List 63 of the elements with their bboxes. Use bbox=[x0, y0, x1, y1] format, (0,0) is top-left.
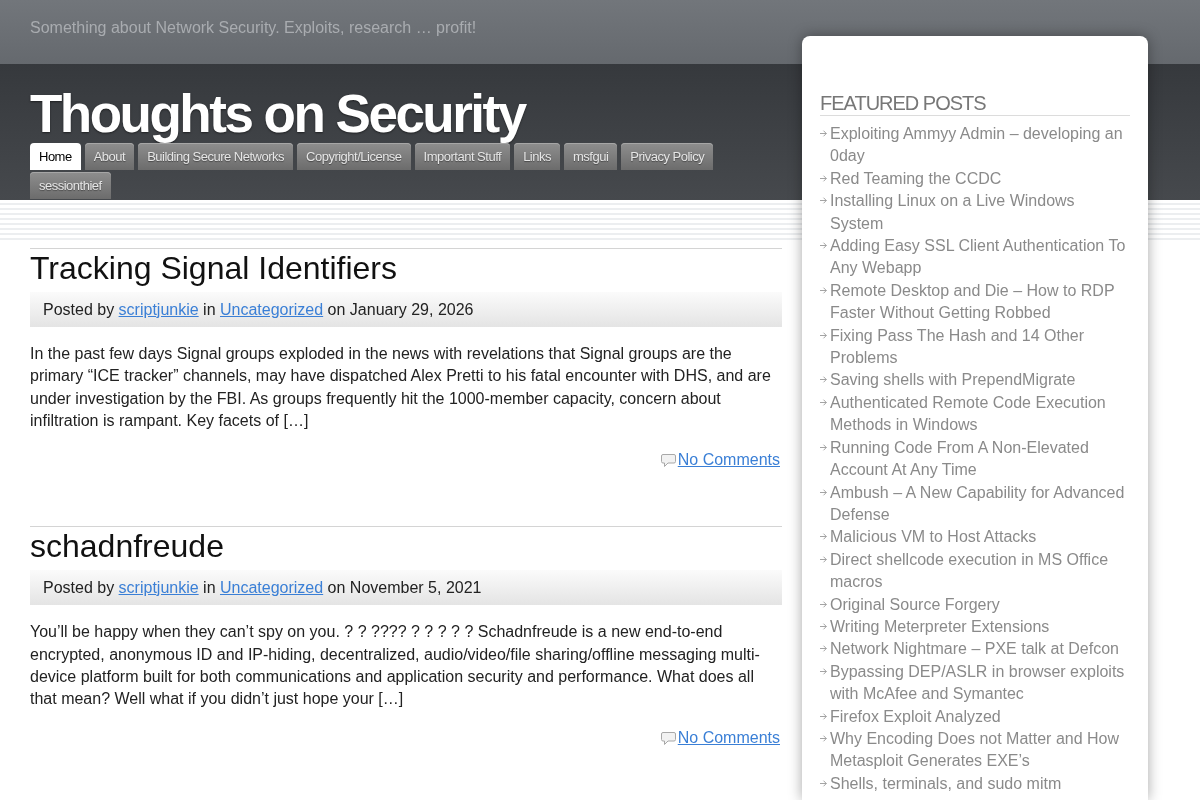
nav-tab[interactable]: Copyright/License bbox=[297, 143, 411, 170]
nav-tab[interactable]: Links bbox=[514, 143, 560, 170]
featured-post-link[interactable]: Firefox Exploit Analyzed bbox=[830, 705, 1001, 728]
nav-tab[interactable]: Privacy Policy bbox=[621, 143, 714, 170]
arrow-icon bbox=[820, 376, 827, 384]
featured-post-link[interactable]: Bypassing DEP/ASLR in browser exploits with McAfee and Symantec bbox=[830, 660, 1130, 706]
nav-tab[interactable]: sessionthief bbox=[30, 172, 111, 199]
featured-post-link[interactable]: Why Encoding Does not Matter and How Metasploit Generates EXE’s bbox=[830, 727, 1130, 773]
featured-post-link[interactable]: Original Source Forgery bbox=[830, 593, 1000, 616]
post-excerpt: In the past few days Signal groups exploded in the news with revelations that Signal groups are the primary “ICE tracker” channels, may have dispatched Alex Pretti to his fatal encounter with DHS, and are under investigation by the FBI. As groups frequently hit the 1000-member capacity, concern about infiltration is rampant. Key facets of […] bbox=[30, 344, 772, 432]
post-excerpt: You’ll be happy when they can’t spy on you. ? ? ???? ? ? ? ? ? Schadnfreude is a new end-to-end encrypted, anonymous ID and IP-hiding, decentralized, audio/video/file sharing/offline messaging multi-device platform built for both communications and application security and performance. What does all that mean? Well what if you didn’t just hope your […] bbox=[30, 622, 761, 710]
nav-tab[interactable]: Home bbox=[30, 143, 81, 170]
post-byline: Posted by scriptjunkie in Uncategorized on January 29, 2026 bbox=[43, 299, 474, 320]
arrow-icon bbox=[820, 331, 827, 339]
arrow-icon bbox=[820, 488, 827, 496]
arrow-icon bbox=[820, 734, 827, 742]
speech-bubble-icon bbox=[660, 453, 676, 467]
arrow-icon bbox=[820, 197, 827, 205]
featured-post-link[interactable]: Writing Meterpreter Extensions bbox=[830, 615, 1050, 639]
arrow-icon bbox=[820, 130, 827, 137]
comments-link[interactable]: No Comments bbox=[677, 449, 780, 472]
featured-post-link[interactable]: Installing Linux on a Live Windows System bbox=[830, 190, 1130, 236]
site-tagline: Something about Network Security. Exploits, research … profit! bbox=[30, 18, 477, 38]
featured-post-link[interactable]: Malicious VM to Host Attacks bbox=[830, 526, 1037, 549]
speech-bubble-icon bbox=[660, 731, 676, 745]
arrow-icon bbox=[820, 645, 827, 653]
arrow-icon bbox=[820, 286, 827, 294]
featured-post-link[interactable]: Adding Easy SSL Client Authentication To Any Webapp bbox=[830, 235, 1130, 280]
post-title[interactable]: Tracking Signal Identifiers bbox=[30, 249, 397, 287]
nav-tab[interactable]: Important Stuff bbox=[414, 143, 511, 170]
comments-link[interactable]: No Comments bbox=[677, 727, 780, 750]
arrow-icon bbox=[820, 533, 827, 541]
arrow-icon bbox=[820, 443, 827, 451]
nav-tab[interactable]: msfgui bbox=[564, 143, 618, 170]
featured-post-link[interactable]: Network Nightmare – PXE talk at Defcon bbox=[830, 638, 1119, 661]
arrow-icon bbox=[820, 600, 827, 608]
featured-post-link[interactable]: Ambush – A New Capability for Advanced Defense bbox=[830, 481, 1130, 527]
featured-post-link[interactable]: Shells, terminals, and sudo mitm bbox=[830, 772, 1062, 796]
featured-post-link[interactable]: Running Code From A Non-Elevated Account At Any Time bbox=[830, 436, 1130, 482]
author-link[interactable]: scriptjunkie bbox=[118, 578, 199, 596]
post-title[interactable]: schadnfreude bbox=[30, 527, 224, 566]
category-link[interactable]: Uncategorized bbox=[220, 578, 324, 596]
featured-post-link[interactable]: Red Teaming the CCDC bbox=[830, 167, 1002, 191]
featured-post-link[interactable]: Authenticated Remote Code Execution Methods in Windows bbox=[830, 391, 1130, 437]
nav-tab[interactable]: Building Secure Networks bbox=[138, 143, 294, 170]
arrow-icon bbox=[820, 712, 827, 720]
category-link[interactable]: Uncategorized bbox=[220, 300, 324, 318]
arrow-icon bbox=[820, 667, 827, 675]
featured-post-link[interactable]: Remote Desktop and Die – How to RDP Faster Without Getting Robbed bbox=[830, 279, 1130, 325]
featured-post-link[interactable]: Fixing Pass The Hash and 14 Other Problems bbox=[830, 324, 1130, 370]
arrow-icon bbox=[820, 242, 827, 250]
featured-post-link[interactable]: Exploiting Ammyy Admin – developing an 0day bbox=[830, 123, 1130, 168]
featured-posts-heading: FEATURED POSTS bbox=[820, 91, 1130, 116]
post-byline: Posted by scriptjunkie in Uncategorized on November 5, 2021 bbox=[43, 577, 482, 598]
arrow-icon bbox=[820, 622, 827, 630]
arrow-icon bbox=[820, 174, 827, 182]
arrow-icon bbox=[820, 398, 827, 406]
arrow-icon bbox=[820, 779, 827, 787]
author-link[interactable]: scriptjunkie bbox=[118, 300, 199, 318]
featured-post-link[interactable]: Direct shellcode execution in MS Office macros bbox=[830, 548, 1130, 594]
arrow-icon bbox=[820, 555, 827, 563]
nav-tab[interactable]: About bbox=[84, 143, 135, 170]
featured-post-link[interactable]: Saving shells with PrependMigrate bbox=[830, 369, 1076, 392]
